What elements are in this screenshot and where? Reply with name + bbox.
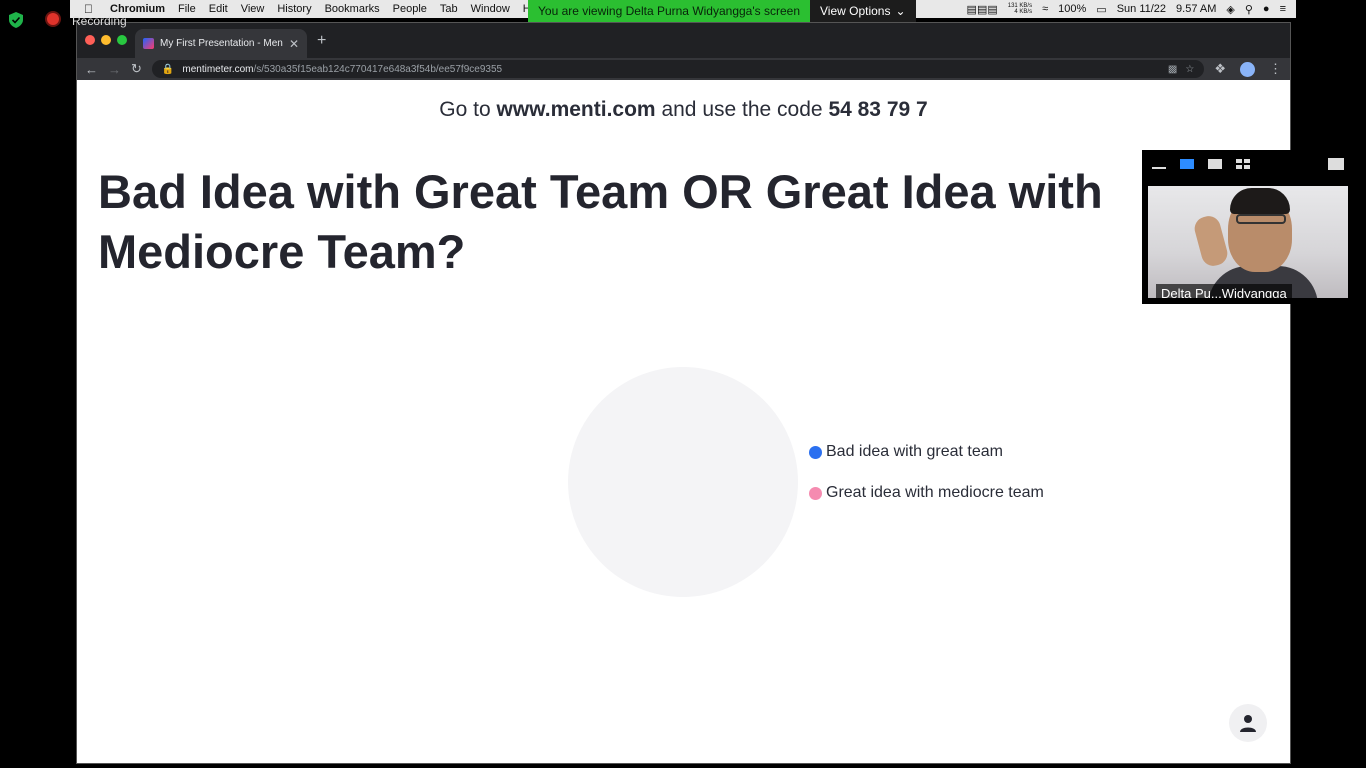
new-tab-button[interactable]: + [317,32,326,50]
single-view-icon[interactable] [1208,159,1222,169]
menu-file[interactable]: File [178,3,196,15]
close-icon[interactable]: ✕ [289,37,299,51]
menu-tab[interactable]: Tab [440,3,458,15]
menu-window[interactable]: Window [471,3,510,15]
tab-presentation[interactable]: My First Presentation - Mentim ✕ [135,29,307,58]
join-code: 54 83 79 7 [828,98,928,121]
join-site[interactable]: www.menti.com [497,98,656,121]
wifi-icon[interactable]: ≈ [1042,3,1048,15]
battery-percent: 100% [1058,3,1087,15]
url-path: /s/530a35f15eab124c770417e648a3f54b/ee57… [253,63,503,75]
menu-view[interactable]: View [241,3,265,15]
siri-icon[interactable]: ● [1263,3,1270,15]
view-options-button[interactable]: View Options ⌄ [810,0,916,22]
empty-pie-chart [568,367,798,597]
toolbar-right: ❖ ⋮ [1214,61,1282,77]
legend-label: Bad idea with great team [826,443,1003,460]
time-label[interactable]: 9.57 AM [1176,3,1216,15]
slide-question: Bad Idea with Great Team OR Great Idea w… [98,165,1103,278]
back-arrow-icon[interactable]: ← [85,62,98,77]
memory-icon[interactable]: ▤▤▤ [967,3,998,16]
minimize-video-icon[interactable] [1152,167,1166,169]
tab-strip: My First Presentation - Mentim ✕ + [77,23,1290,58]
join-instructions: Go to www.menti.com and use the code 54 … [77,98,1290,122]
chevron-down-icon: ⌄ [895,4,906,18]
menu-people[interactable]: People [393,3,427,15]
qr-code-icon[interactable]: ▩ [1168,64,1177,75]
notification-icon[interactable]: ≡ [1280,3,1286,15]
audience-button[interactable] [1229,704,1267,742]
zoom-video-panel: Delta Pu...Widyangga [1142,150,1354,304]
lock-icon[interactable]: 🔒 [162,64,174,75]
recording-label: Recording [72,14,127,28]
net-down: 4 KB/s [1014,9,1033,15]
forward-arrow-icon[interactable]: → [108,62,121,77]
join-prefix: Go to [439,98,491,121]
more-menu-icon[interactable]: ⋮ [1269,61,1282,77]
close-window-button[interactable] [85,35,95,45]
network-stats: 131 KB/s 4 KB/s [1008,3,1032,15]
extensions-puzzle-icon[interactable]: ❖ [1214,61,1226,77]
zoom-bottom-panel [70,764,1296,768]
menu-history[interactable]: History [277,3,311,15]
participant-video[interactable]: Delta Pu...Widyangga [1148,186,1348,298]
menubar-status: ▤▤▤ 131 KB/s 4 KB/s ≈ 100% ▭ Sun 11/22 9.… [967,0,1296,18]
mentimeter-favicon-icon [143,38,154,49]
minimize-window-button[interactable] [101,35,111,45]
join-middle: and use the code [661,98,823,121]
gallery-view-icon[interactable] [1236,159,1250,169]
person-icon [1240,715,1256,732]
menu-edit[interactable]: Edit [209,3,228,15]
participant-name: Delta Pu...Widyangga [1156,284,1292,298]
browser-window: My First Presentation - Mentim ✕ + ← → ↻… [76,22,1291,764]
bookmark-star-icon[interactable]: ☆ [1185,64,1194,75]
chart-legend: Bad idea with great team Great idea with… [809,442,1044,524]
legend-item: Great idea with mediocre team [809,483,1044,503]
side-by-side-icon[interactable] [1328,158,1344,170]
active-speaker-view-icon[interactable] [1180,159,1194,169]
maximize-window-button[interactable] [117,35,127,45]
viewing-screen-label: You are viewing Delta Purna Widyangga's … [528,0,810,22]
profile-avatar-icon[interactable] [1240,61,1255,77]
shield-icon [9,12,23,28]
legend-swatch-blue [809,445,822,459]
menu-bookmarks[interactable]: Bookmarks [325,3,380,15]
zoom-share-banner: You are viewing Delta Purna Widyangga's … [528,0,916,22]
browser-toolbar: ← → ↻ 🔒 mentimeter.com/s/530a35f15eab124… [77,58,1290,80]
legend-item: Bad idea with great team [809,442,1044,462]
battery-icon[interactable]: ▭ [1096,3,1106,16]
reload-icon[interactable]: ↻ [131,61,142,77]
control-center-icon[interactable]: ◈ [1226,3,1234,16]
view-options-label: View Options [820,4,891,18]
participant-hair [1230,188,1290,214]
video-panel-controls [1142,150,1354,178]
presentation-slide: Go to www.menti.com and use the code 54 … [77,80,1290,763]
tab-title: My First Presentation - Mentim [160,38,283,49]
date-label[interactable]: Sun 11/22 [1117,3,1166,15]
legend-swatch-pink [809,486,822,500]
legend-label: Great idea with mediocre team [826,484,1044,501]
zoom-right-panel [1296,18,1366,768]
zoom-left-panel [0,0,70,768]
search-icon[interactable]: ⚲ [1245,3,1253,16]
url-host: mentimeter.com [182,63,254,75]
participant-hand [1191,213,1231,269]
participant-glasses [1236,214,1286,224]
record-icon[interactable] [47,13,59,25]
address-bar[interactable]: 🔒 mentimeter.com/s/530a35f15eab124c77041… [151,60,1205,78]
